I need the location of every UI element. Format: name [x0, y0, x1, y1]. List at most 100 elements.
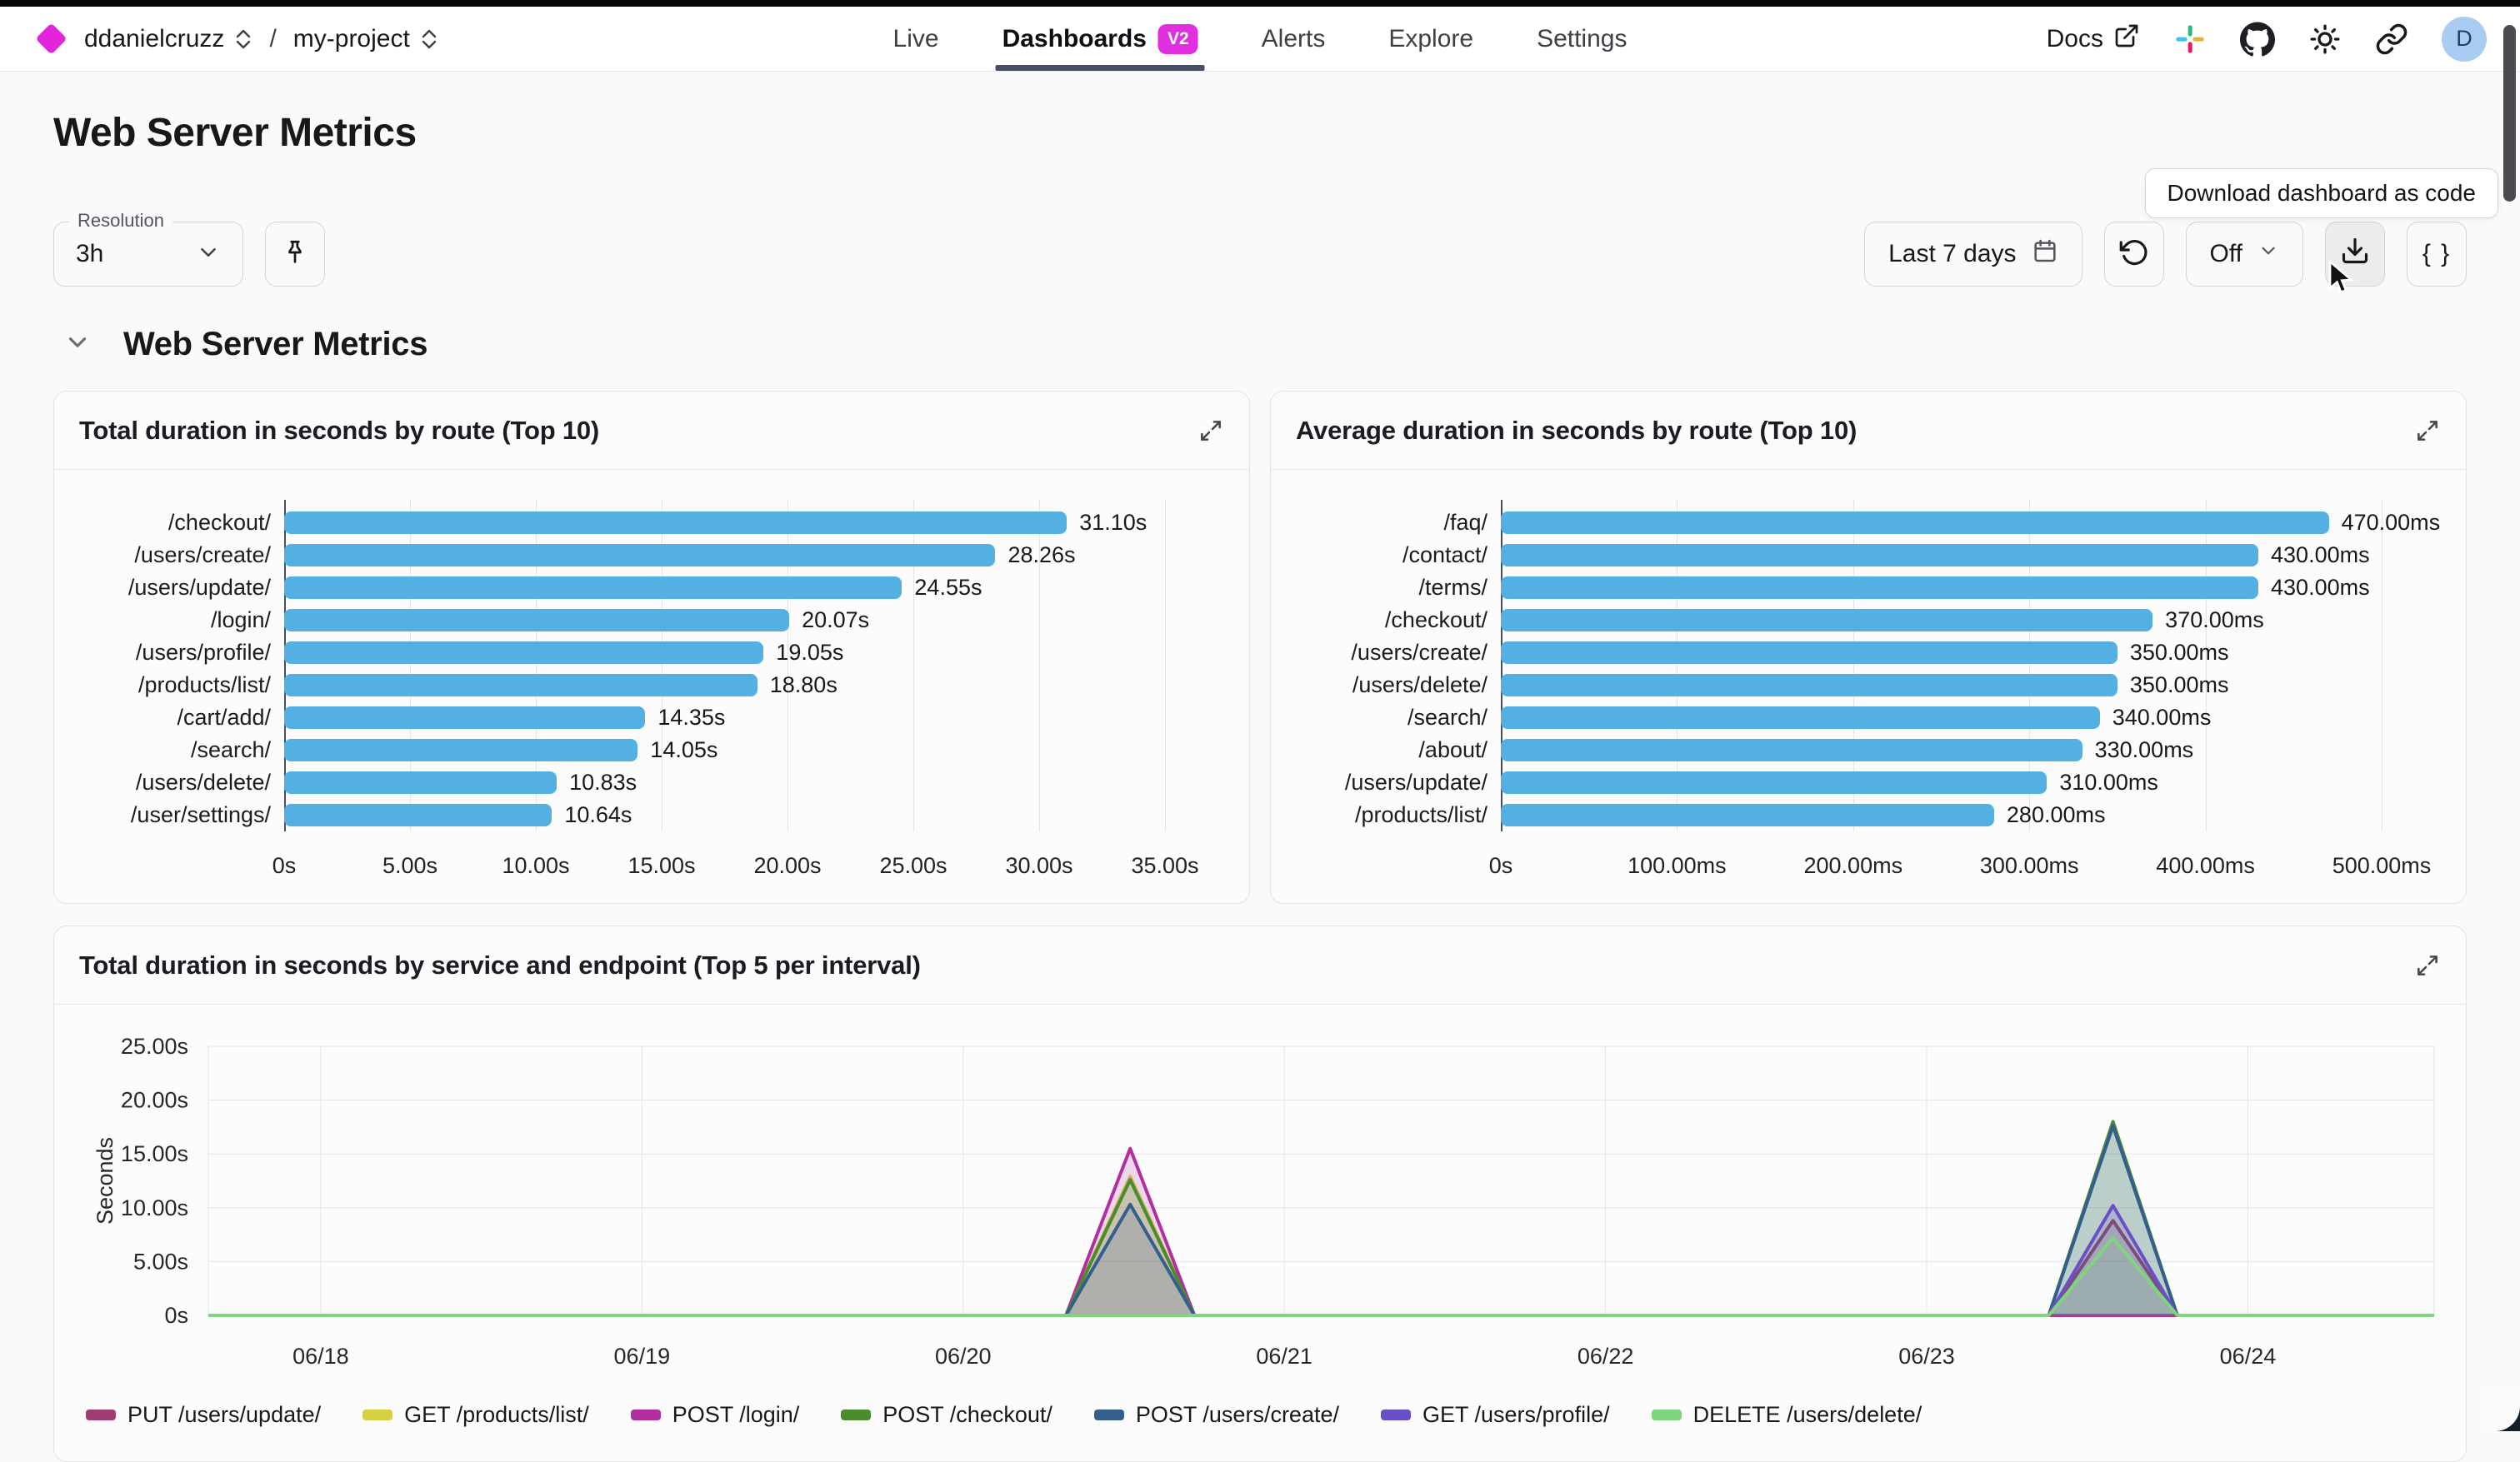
chevron-down-icon: [63, 328, 92, 361]
bar-row: 28.26s: [284, 539, 1165, 571]
external-link-icon: [2113, 22, 2140, 56]
main-nav: Live DashboardsV2 Alerts Explore Settings: [893, 7, 1628, 71]
bar-category-label: /about/: [1271, 734, 1501, 766]
legend-item[interactable]: GET /users/profile/: [1381, 1402, 1610, 1428]
refresh-icon: [2119, 237, 2149, 272]
x-tick-label: 400.00ms: [2156, 853, 2255, 879]
resolution-select[interactable]: Resolution 3h: [53, 222, 243, 287]
gridline: [1165, 500, 1166, 831]
legend-label: POST /login/: [672, 1402, 800, 1428]
resolution-label: Resolution: [69, 210, 172, 232]
bar: [284, 674, 758, 696]
x-tick-label: 300.00ms: [1980, 853, 2079, 879]
legend-item[interactable]: POST /checkout/: [841, 1402, 1052, 1428]
area-chart-svg: 0s5.00s10.00s15.00s20.00s25.00s06/1806/1…: [54, 1035, 2462, 1395]
chart-title: Average duration in seconds by route (To…: [1296, 416, 1857, 446]
github-icon[interactable]: [2240, 22, 2275, 57]
pin-icon: [281, 238, 309, 271]
tab-dashboards[interactable]: DashboardsV2: [1002, 7, 1198, 71]
bar-row: 310.00ms: [1501, 766, 2382, 799]
bar-row: 430.00ms: [1501, 539, 2382, 571]
tab-live[interactable]: Live: [893, 7, 939, 71]
x-tick-label: 100.00ms: [1628, 853, 1727, 879]
auto-refresh-select[interactable]: Off: [2186, 222, 2303, 287]
bar-category-label: /faq/: [1271, 506, 1501, 539]
time-range-button[interactable]: Last 7 days: [1864, 222, 2082, 287]
slack-icon[interactable]: [2173, 22, 2207, 56]
bar-value-label: 10.83s: [569, 770, 637, 796]
org-selector[interactable]: ddanielcruzz: [84, 25, 252, 53]
chart-card-duration-by-service-endpoint: Total duration in seconds by service and…: [53, 926, 2467, 1462]
axis-label: 25.00s: [121, 1034, 188, 1059]
bar-category-label: /contact/: [1271, 539, 1501, 571]
bar: [1501, 544, 2258, 566]
bar-category-label: /users/update/: [1271, 766, 1501, 799]
legend-item[interactable]: POST /login/: [631, 1402, 800, 1428]
bar-value-label: 370.00ms: [2165, 607, 2264, 633]
legend-swatch: [362, 1410, 392, 1420]
code-braces-label: { }: [2422, 240, 2451, 268]
pin-resolution-button[interactable]: [265, 222, 325, 287]
tab-settings[interactable]: Settings: [1537, 7, 1627, 71]
bar: [284, 511, 1067, 534]
bar-value-label: 310.00ms: [2059, 770, 2158, 796]
bar-row: 24.55s: [284, 571, 1165, 604]
view-code-button[interactable]: { }: [2407, 222, 2467, 287]
bar: [1501, 674, 2118, 696]
tab-explore[interactable]: Explore: [1388, 7, 1473, 71]
bar-row: 10.83s: [284, 766, 1165, 799]
bar-chart: /checkout//users/create//users/update//l…: [54, 470, 1249, 903]
bar: [284, 706, 645, 729]
tab-label: Alerts: [1262, 25, 1326, 53]
legend-item[interactable]: PUT /users/update/: [86, 1402, 321, 1428]
bar: [1501, 771, 2047, 794]
x-tick-label: 10.00s: [502, 853, 569, 879]
main-content: Web Server Metrics Resolution 3h Last 7 …: [0, 110, 2520, 1462]
legend-item[interactable]: GET /products/list/: [362, 1402, 589, 1428]
bar-category-label: /users/create/: [1271, 636, 1501, 669]
chart-legend: PUT /users/update/GET /products/list/POS…: [54, 1399, 2466, 1461]
x-tick-label: 0s: [1489, 853, 1513, 879]
axis-label: 06/23: [1898, 1344, 1955, 1369]
avatar[interactable]: D: [2442, 17, 2487, 62]
bar-value-label: 28.26s: [1008, 542, 1075, 568]
expand-icon[interactable]: [1198, 417, 1224, 444]
expand-icon[interactable]: [2414, 952, 2441, 979]
chart-card-total-duration-by-route: Total duration in seconds by route (Top …: [53, 391, 1250, 904]
expand-icon[interactable]: [2414, 417, 2441, 444]
project-selector[interactable]: my-project: [293, 25, 438, 53]
tab-label: Settings: [1537, 25, 1627, 53]
x-tick-label: 35.00s: [1131, 853, 1198, 879]
theme-sun-icon[interactable]: [2308, 22, 2342, 56]
bar-row: 18.80s: [284, 669, 1165, 701]
bar-row: 350.00ms: [1501, 669, 2382, 701]
bar-category-label: /login/: [54, 604, 284, 636]
bar-category-label: /checkout/: [54, 506, 284, 539]
tab-alerts[interactable]: Alerts: [1262, 7, 1326, 71]
legend-item[interactable]: POST /users/create/: [1094, 1402, 1339, 1428]
bar: [1501, 576, 2258, 599]
x-tick-label: 0s: [272, 853, 297, 879]
dashboard-section-header[interactable]: Web Server Metrics: [53, 321, 2467, 367]
x-tick-label: 25.00s: [879, 853, 947, 879]
axis-label: 06/24: [2220, 1344, 2277, 1369]
x-tick-label: 5.00s: [382, 853, 438, 879]
breadcrumb-separator: /: [269, 25, 276, 53]
docs-link[interactable]: Docs: [2047, 22, 2140, 56]
refresh-button[interactable]: [2104, 222, 2164, 287]
legend-item[interactable]: DELETE /users/delete/: [1652, 1402, 1922, 1428]
tab-label: Explore: [1388, 25, 1473, 53]
chart-title: Total duration in seconds by service and…: [79, 951, 921, 980]
legend-swatch: [1652, 1410, 1682, 1420]
resolution-value: 3h: [76, 240, 103, 268]
axis-label: 06/18: [292, 1344, 349, 1369]
vertical-scrollbar-thumb[interactable]: [2503, 25, 2516, 202]
bar-value-label: 280.00ms: [2007, 802, 2106, 828]
bar-row: 340.00ms: [1501, 701, 2382, 734]
bar: [284, 609, 789, 631]
bar-category-label: /checkout/: [1271, 604, 1501, 636]
share-link-icon[interactable]: [2375, 22, 2408, 56]
bar-value-label: 340.00ms: [2112, 705, 2212, 731]
bar: [284, 739, 638, 761]
legend-swatch: [1094, 1410, 1124, 1420]
